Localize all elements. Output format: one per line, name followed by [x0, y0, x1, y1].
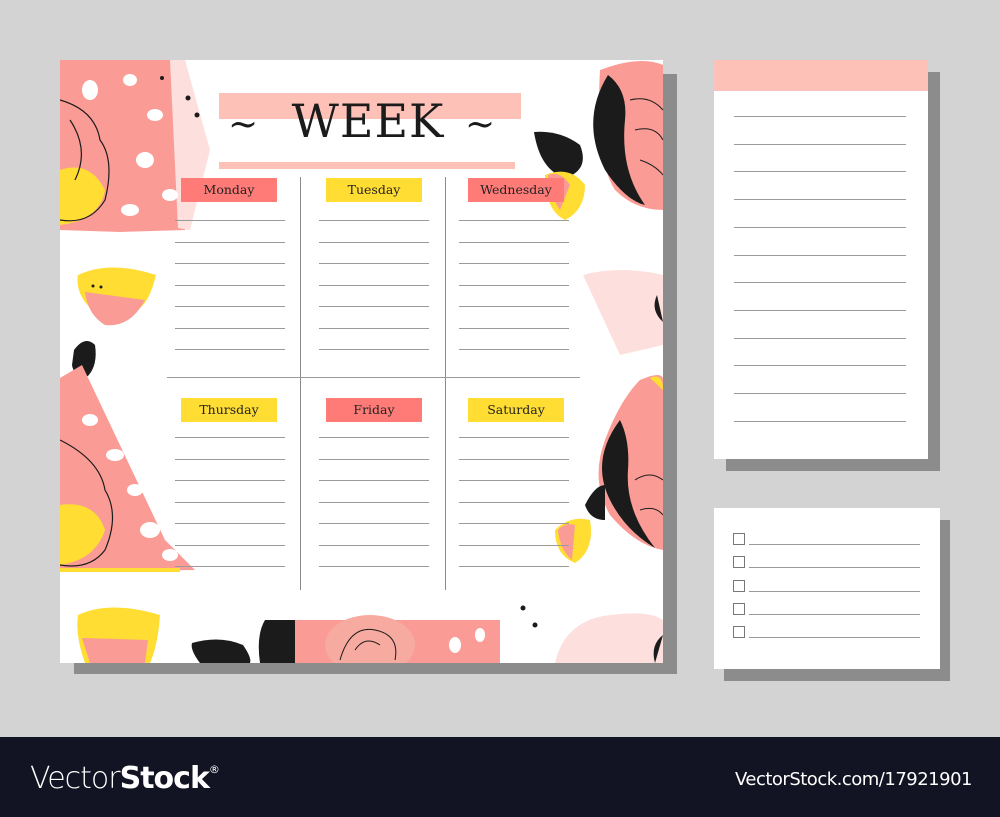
- writing-line[interactable]: [459, 349, 569, 350]
- notes-header: [714, 60, 928, 91]
- brand-light: Vector: [30, 761, 121, 796]
- day-label: Tuesday: [326, 178, 422, 202]
- bottom-left-pink-blob: [82, 638, 148, 663]
- notes-line[interactable]: [734, 116, 906, 117]
- checklist-card: [714, 508, 940, 669]
- black-leaf: [585, 485, 605, 520]
- writing-line[interactable]: [459, 284, 569, 286]
- checklist-line[interactable]: [749, 613, 920, 615]
- writing-line[interactable]: [175, 437, 285, 438]
- column-divider: [445, 177, 446, 590]
- day-label: Friday: [326, 398, 422, 422]
- writing-line[interactable]: [319, 480, 429, 481]
- writing-line[interactable]: [175, 263, 285, 264]
- writing-line[interactable]: [459, 480, 569, 481]
- writing-line[interactable]: [319, 327, 429, 329]
- checkbox[interactable]: [733, 556, 745, 569]
- day-label: Wednesday: [468, 178, 564, 202]
- checkbox[interactable]: [733, 602, 745, 615]
- right-pale-shape: [583, 270, 663, 355]
- writing-line[interactable]: [319, 241, 429, 243]
- notes-line[interactable]: [734, 254, 906, 256]
- writing-line[interactable]: [175, 480, 285, 481]
- floral-decoration: [60, 60, 663, 663]
- brand-logo[interactable]: VectorStock®: [30, 761, 220, 796]
- writing-line[interactable]: [319, 544, 429, 546]
- writing-line[interactable]: [459, 263, 569, 264]
- writing-line[interactable]: [319, 437, 429, 438]
- writing-line[interactable]: [319, 349, 429, 350]
- writing-line[interactable]: [459, 544, 569, 546]
- day-label: Saturday: [468, 398, 564, 422]
- white-fleck: [162, 189, 178, 201]
- writing-line[interactable]: [459, 327, 569, 329]
- writing-line[interactable]: [459, 437, 569, 438]
- writing-line[interactable]: [319, 306, 429, 307]
- notes-line[interactable]: [734, 420, 906, 422]
- notes-line[interactable]: [734, 309, 906, 311]
- notes-line[interactable]: [734, 282, 906, 284]
- writing-line[interactable]: [175, 349, 285, 350]
- writing-line[interactable]: [459, 523, 569, 524]
- notes-line[interactable]: [734, 199, 906, 201]
- page-title: WEEK: [291, 94, 445, 148]
- notes-line[interactable]: [734, 337, 906, 339]
- writing-line[interactable]: [319, 566, 429, 567]
- writing-line[interactable]: [319, 458, 429, 460]
- writing-line[interactable]: [459, 566, 569, 567]
- writing-line[interactable]: [175, 220, 285, 221]
- checklist-line[interactable]: [749, 544, 920, 545]
- writing-line[interactable]: [175, 501, 285, 503]
- row-divider: [167, 377, 580, 378]
- writing-line[interactable]: [319, 523, 429, 524]
- checklist-line[interactable]: [749, 637, 920, 639]
- writing-line[interactable]: [319, 220, 429, 221]
- white-fleck: [147, 109, 163, 121]
- checkbox[interactable]: [733, 533, 745, 545]
- notes-line[interactable]: [734, 365, 906, 367]
- checklist-line[interactable]: [749, 567, 920, 569]
- day-label: Thursday: [181, 398, 277, 422]
- bottom-right-pale-shape: [555, 613, 663, 663]
- writing-line[interactable]: [175, 327, 285, 329]
- writing-line[interactable]: [459, 458, 569, 460]
- writing-line[interactable]: [175, 566, 285, 567]
- white-fleck: [82, 80, 98, 100]
- writing-line[interactable]: [175, 523, 285, 524]
- notes-line[interactable]: [734, 226, 906, 228]
- writing-line[interactable]: [175, 241, 285, 243]
- bottom-black-leaf: [191, 639, 251, 663]
- writing-line[interactable]: [175, 306, 285, 307]
- footer-bar: VectorStock® VectorStock.com/17921901: [0, 737, 1000, 817]
- writing-line[interactable]: [459, 306, 569, 307]
- writing-line[interactable]: [319, 263, 429, 264]
- footer-url[interactable]: VectorStock.com/17921901: [735, 769, 973, 790]
- brand-bold: Stock: [119, 761, 210, 796]
- writing-line[interactable]: [175, 284, 285, 286]
- writing-line[interactable]: [319, 501, 429, 503]
- white-fleck: [123, 74, 137, 86]
- notes-line[interactable]: [734, 143, 906, 145]
- checkbox[interactable]: [733, 579, 745, 592]
- notes-line[interactable]: [734, 171, 906, 173]
- white-fleck: [121, 204, 139, 216]
- writing-line[interactable]: [459, 501, 569, 503]
- column-divider: [300, 177, 301, 590]
- writing-line[interactable]: [175, 544, 285, 546]
- writing-line[interactable]: [459, 220, 569, 221]
- writing-line[interactable]: [459, 241, 569, 243]
- black-leaf: [534, 131, 583, 178]
- title-band-bottom: [219, 162, 515, 169]
- checkbox[interactable]: [733, 626, 745, 639]
- white-fleck: [136, 152, 154, 168]
- notes-line[interactable]: [734, 393, 906, 394]
- checklist-line[interactable]: [749, 590, 920, 592]
- notes-card: [714, 60, 928, 459]
- day-label: Monday: [181, 178, 277, 202]
- weekly-planner-card: ~ ~ WEEK Monday Tuesday Wednesday Thursday F…: [60, 60, 663, 663]
- writing-line[interactable]: [319, 284, 429, 286]
- writing-line[interactable]: [175, 458, 285, 460]
- registered-mark: ®: [208, 763, 220, 776]
